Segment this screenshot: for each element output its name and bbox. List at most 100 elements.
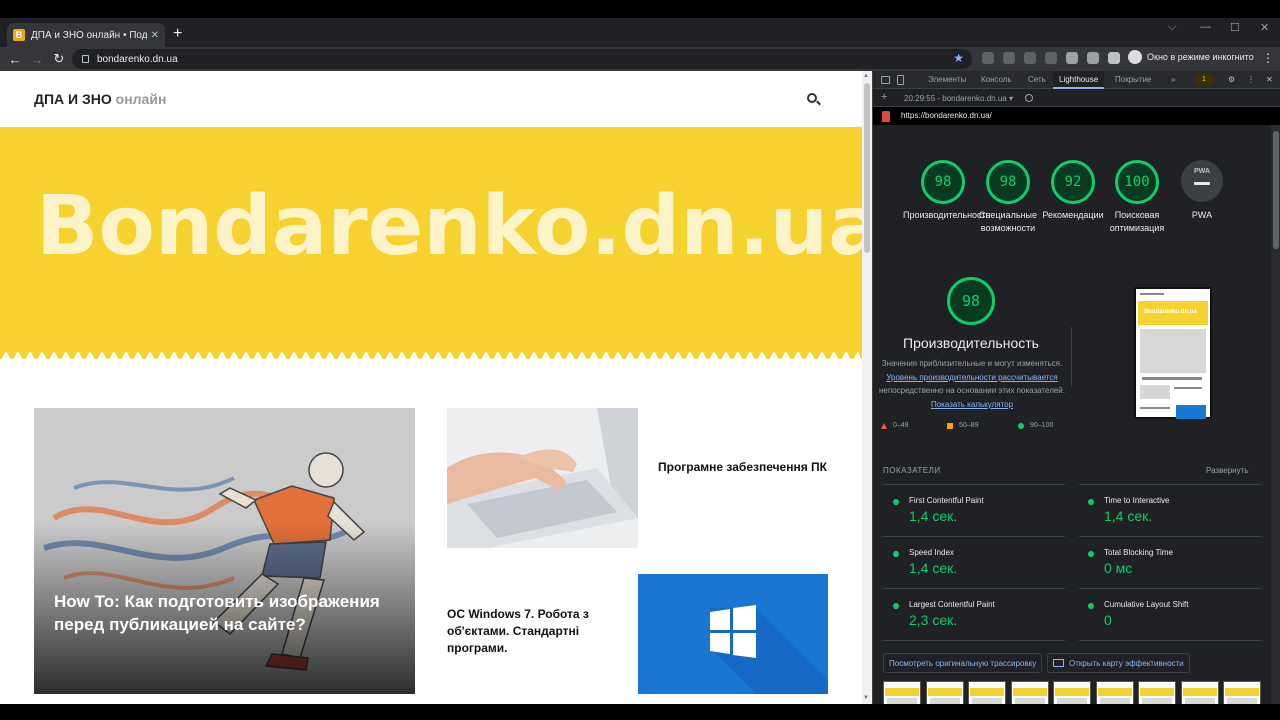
score-gauge[interactable]: 92	[1051, 160, 1095, 204]
frame-image	[1184, 698, 1215, 704]
page-scrollbar[interactable]: ▲ ▼	[862, 71, 872, 704]
logo-accent: онлайн	[115, 91, 167, 107]
address-bar[interactable]: bondarenko.dn.ua ★	[72, 49, 972, 69]
metric-value: 1,4 сек.	[909, 508, 958, 524]
filmstrip-frame	[968, 681, 1006, 704]
devtools-scrollbar[interactable]	[1271, 125, 1280, 704]
bookmark-star-icon[interactable]: ★	[953, 51, 964, 65]
puzzle-icon[interactable]	[1066, 52, 1078, 64]
expand-toggle[interactable]: Развернуть	[1206, 466, 1248, 475]
pwa-dash-icon	[1194, 182, 1210, 185]
sidebar-icon[interactable]	[1108, 52, 1120, 64]
score-gauge[interactable]: 98	[986, 160, 1030, 204]
browser-tab[interactable]: B ДПА и ЗНО онлайн • Подготовка ✕	[7, 23, 165, 47]
clear-icon[interactable]	[1025, 94, 1033, 102]
menu-icon[interactable]: ⋮	[1262, 51, 1274, 65]
warning-badge[interactable]: 1	[1195, 74, 1213, 85]
metric-name: Largest Contentful Paint	[909, 600, 995, 609]
metric-value: 1,4 сек.	[1104, 508, 1153, 524]
treemap-button[interactable]: Открыть карту эффективности	[1047, 653, 1190, 673]
logo-main: ДПА И ЗНО	[34, 91, 112, 107]
devtools-close-icon[interactable]: ✕	[1266, 75, 1273, 84]
device-toolbar-icon[interactable]	[897, 75, 904, 85]
scroll-down-icon[interactable]: ▼	[863, 695, 869, 701]
close-icon[interactable]: ✕	[151, 30, 159, 41]
site-logo[interactable]: ДПА И ЗНО онлайн	[34, 91, 166, 107]
devtools-menu-icon[interactable]: ⋮	[1247, 75, 1255, 84]
tab-elements[interactable]: Элементы	[928, 75, 966, 84]
metric-value: 0 мс	[1104, 560, 1133, 576]
pass-circle-icon	[1088, 603, 1094, 609]
gear-icon[interactable]: ⚙	[1228, 75, 1235, 84]
back-icon[interactable]: ←	[4, 52, 26, 67]
divider	[1079, 536, 1261, 537]
new-report-icon[interactable]: +	[881, 91, 887, 103]
calculator-link[interactable]: Показать калькулятор	[931, 400, 1013, 409]
score-gauge[interactable]: 100	[1115, 160, 1159, 204]
lighthouse-toolbar: + 20:29:55 - bondarenko.dn.ua ▾	[873, 89, 1280, 107]
divider	[883, 536, 1065, 537]
filmstrip-frame	[1138, 681, 1176, 704]
filmstrip-frame	[1180, 681, 1219, 704]
metrics-header: ПОКАЗАТЕЛИ	[883, 466, 941, 475]
search-icon[interactable]	[807, 93, 817, 103]
phone-line	[1140, 293, 1164, 295]
favicon-icon: B	[13, 29, 25, 41]
extension-icon[interactable]	[1003, 52, 1015, 64]
tab-lighthouse[interactable]: Lighthouse	[1053, 71, 1105, 89]
warning-count: 1	[1202, 76, 1206, 83]
frame-image	[887, 698, 917, 704]
more-tabs-icon[interactable]: »	[1171, 75, 1175, 84]
post-thumbnail-windows[interactable]	[638, 574, 828, 694]
minimize-icon[interactable]: —	[1200, 21, 1211, 33]
featured-post-title[interactable]: How To: Как подготовить изображения пере…	[54, 590, 399, 636]
forward-icon[interactable]: →	[26, 52, 48, 67]
phone-image	[1140, 329, 1206, 373]
address-url: bondarenko.dn.ua	[97, 53, 178, 65]
metric-value: 0	[1104, 612, 1112, 628]
extension-icon[interactable]	[1045, 52, 1057, 64]
pass-circle-icon	[1018, 422, 1024, 429]
pwa-gauge[interactable]: PWA	[1181, 160, 1223, 202]
frame-hero	[1012, 688, 1047, 696]
new-tab-icon[interactable]: +	[173, 26, 182, 42]
scroll-up-icon[interactable]: ▲	[863, 73, 869, 79]
tab-search-icon[interactable]: ⌵	[1168, 21, 1176, 34]
post-thumbnail-laptop[interactable]	[447, 408, 638, 548]
lab-flask-icon[interactable]	[1087, 52, 1099, 64]
legend-average: 50–89	[947, 422, 978, 429]
tab-network[interactable]: Сеть	[1028, 75, 1046, 84]
extension-icon[interactable]	[982, 52, 994, 64]
incognito-indicator[interactable]: Окно в режиме инкогнито	[1128, 50, 1254, 64]
score-gauge[interactable]: 98	[921, 160, 965, 204]
perf-note-link[interactable]: Уровень производительности рассчитываетс…	[886, 373, 1057, 382]
phone-line	[1142, 377, 1202, 380]
devtools-scroll-thumb[interactable]	[1273, 131, 1279, 249]
page-scroll-thumb[interactable]	[864, 83, 870, 253]
window-close-icon[interactable]: ✕	[1260, 21, 1269, 34]
frame-image	[929, 698, 960, 704]
lock-icon	[82, 55, 89, 63]
legend-fail: 0–49	[881, 422, 909, 429]
inspect-icon[interactable]	[881, 76, 890, 84]
frame-hero	[1055, 688, 1089, 696]
laptop-typing-image	[447, 408, 638, 548]
final-screenshot[interactable]: Bondarenko.dn.ua	[1134, 287, 1212, 419]
report-selector[interactable]: 20:29:55 - bondarenko.dn.ua ▾	[904, 94, 1013, 103]
tab-coverage[interactable]: Покрытие	[1115, 75, 1151, 84]
metric-name: Cumulative Layout Shift	[1104, 600, 1189, 609]
extension-icon[interactable]	[1024, 52, 1036, 64]
tab-console[interactable]: Консоль	[981, 75, 1012, 84]
maximize-icon[interactable]: ☐	[1230, 21, 1240, 34]
report-url[interactable]: https://bondarenko.dn.ua/	[901, 111, 992, 120]
post-title[interactable]: ОС Windows 7. Робота з об'єктами. Станда…	[447, 606, 607, 657]
view-trace-button[interactable]: Посмотреть оригинальную трассировку	[883, 653, 1043, 673]
reload-icon[interactable]: ↻	[48, 51, 70, 67]
performance-note: Значения приблизительные и могут изменят…	[879, 357, 1065, 411]
filmstrip-frame	[1010, 681, 1049, 704]
site-header: ДПА И ЗНО онлайн	[0, 71, 862, 127]
pass-circle-icon	[893, 603, 899, 609]
featured-post[interactable]: How To: Как подготовить изображения пере…	[34, 408, 415, 694]
post-title[interactable]: Програмне забезпечення ПК	[658, 459, 828, 476]
filmstrip-frame	[883, 681, 921, 704]
